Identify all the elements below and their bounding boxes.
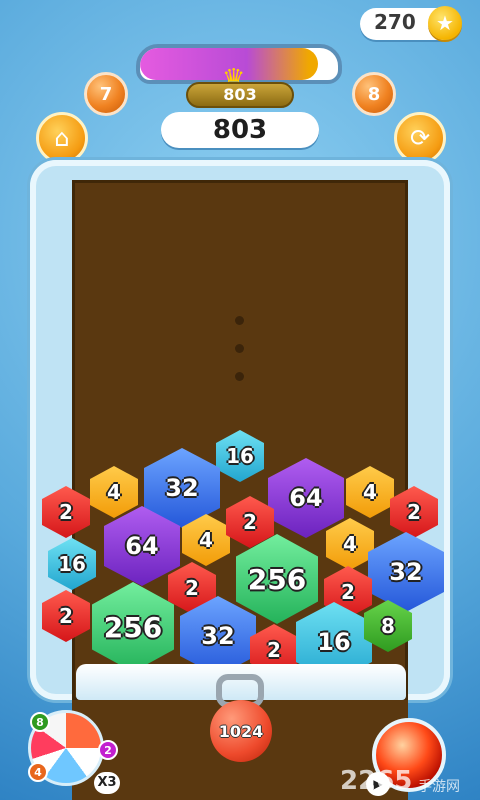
hex-tile: 16 xyxy=(216,430,264,482)
hex-tile: 2 xyxy=(42,486,90,538)
hex-tile: 2 xyxy=(390,486,438,538)
hex-tile: 4 xyxy=(326,518,374,570)
hex-tile: 32 xyxy=(368,532,444,612)
watermark-site: 手游网 xyxy=(418,779,460,795)
bonus-tile-8: 8 xyxy=(30,712,50,732)
hex-tile: 256 xyxy=(92,582,174,672)
hex-tile: 16 xyxy=(48,538,96,590)
next-tile-ball[interactable]: 1024 xyxy=(210,700,272,762)
hex-tile: 2 xyxy=(42,590,90,642)
bonus-multiplier: X3 xyxy=(94,772,120,794)
watermark: 2265 xyxy=(340,766,413,796)
bonus-tile-4: 4 xyxy=(28,762,48,782)
hex-tile: 4 xyxy=(90,466,138,518)
hex-tile: 64 xyxy=(268,458,344,538)
hex-tile: 256 xyxy=(236,534,318,624)
bonus-tile-2: 2 xyxy=(98,740,118,760)
hex-tile: 4 xyxy=(346,466,394,518)
